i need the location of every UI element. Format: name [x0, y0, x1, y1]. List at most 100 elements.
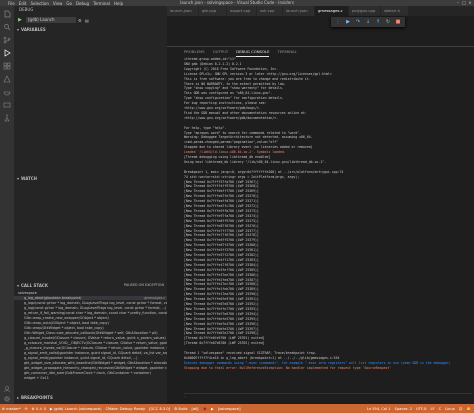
console-line: [New Thread 0x7fffe2fed700 (LWP 25387)]	[184, 277, 259, 282]
call-stack-frame[interactable]: g_log_abort(gboolean breakpoint) gmessage…	[14, 296, 167, 300]
maximize-icon[interactable]: □	[462, 1, 466, 5]
status-item[interactable]: UTF-8	[416, 407, 426, 411]
step-out-icon[interactable]: ↑	[375, 19, 381, 25]
extensions-icon[interactable]	[3, 62, 11, 70]
call-stack-list: solvespace g_log_abort(gboolean breakpoin…	[14, 291, 167, 399]
call-stack-frame[interactable]: g_closure_invoke(GClosure * closure, GVa…	[14, 336, 167, 340]
minimize-icon[interactable]: –	[456, 1, 460, 5]
editor-tab[interactable]: sketch.h	[381, 6, 409, 16]
cmake-icon[interactable]	[3, 75, 11, 83]
status-item[interactable]: LF	[430, 407, 434, 411]
status-item[interactable]: [all]	[191, 407, 198, 411]
remote-icon[interactable]	[3, 101, 11, 109]
restart-icon[interactable]: ↻	[385, 19, 391, 25]
stop-icon[interactable]: ■	[395, 19, 401, 25]
call-stack-section[interactable]: ▾ CALL STACK PAUSED ON EXCEPTION	[14, 282, 167, 289]
files-icon[interactable]	[3, 10, 11, 18]
breakpoints-section[interactable]: ▸ BREAKPOINTS	[14, 394, 167, 401]
editor-tab[interactable]: launch.json	[283, 6, 315, 16]
call-stack-frame[interactable]: Glib::wrap(GtkWidget * object, bool take…	[14, 326, 167, 330]
continue-icon[interactable]: ▶	[345, 19, 351, 25]
console-line: [New Thread 0x7fffe17ea700 (LWP 25390)]	[184, 292, 259, 297]
status-item[interactable]: ⟳	[25, 407, 28, 411]
status-item[interactable]: ⊗ 0 ⚠ 0	[32, 407, 46, 411]
editor-tab[interactable]: gtk.cpp	[199, 6, 227, 16]
start-debug-icon[interactable]: ▶	[18, 17, 24, 23]
status-item[interactable]: ▶ (gdb) Launch (solvespace)	[50, 407, 102, 411]
status-item[interactable]: ☺	[459, 407, 463, 411]
editor-tab[interactable]: ssh.cpp	[257, 6, 283, 16]
console-line: 0x00007ffff7f4ca16 in g_log_abort (break…	[184, 355, 340, 360]
console-line: [New Thread 0x7ffff4ff9700 (LWP 25368)]	[184, 184, 259, 189]
variables-section[interactable]: ▾ VARIABLES	[14, 26, 167, 33]
call-stack-frame[interactable]: Gtk::Widget_Class::size_allocate_callbac…	[14, 331, 167, 335]
source-control-icon[interactable]	[3, 36, 11, 44]
console-line: [New Thread 0x7fffeaffd700 (LWP 25371)]	[184, 199, 259, 204]
call-stack-thread[interactable]: solvespace	[14, 291, 167, 295]
editor-tab[interactable]: polygon.cpp	[349, 6, 381, 16]
debug-config-select[interactable]: (gdb) Launch	[26, 17, 76, 23]
call-stack-frame[interactable]: Glib::wrap_auto(GObject * object, bool t…	[14, 321, 167, 325]
docker-icon[interactable]	[3, 88, 11, 96]
gear-icon[interactable]	[3, 395, 11, 403]
settings-icon[interactable]: ⚙	[78, 18, 83, 23]
frame-label: g_logv(const gchar * log_domain, GLogLev…	[24, 301, 167, 305]
call-stack-frame[interactable]: Glib::wrap_create_new_wrapper(GObject * …	[14, 316, 167, 320]
panel-tab-debug-console[interactable]: DEBUG CONSOLE	[236, 47, 270, 57]
call-stack-frame[interactable]: g_logv(const gchar * log_domain, GLogLev…	[14, 301, 167, 305]
call-stack-frame[interactable]: g_cclosure_marshal_VOID__OBJECTv(GClosur…	[14, 341, 167, 345]
frame-file: gmessages.c	[144, 296, 165, 300]
search-icon[interactable]	[3, 23, 11, 31]
call-stack-frame[interactable]: gtk_widget_size_allocate_with_baseline(G…	[14, 361, 167, 365]
status-item[interactable]: [solvespace]	[218, 407, 241, 411]
status-item[interactable]: ▶	[211, 407, 214, 411]
call-stack-frame[interactable]: g_return_if_fail_warning(const char * lo…	[14, 311, 167, 315]
frame-label: g_return_if_fail_warning(const char * lo…	[24, 311, 167, 315]
debug-console-input[interactable]: ›	[184, 393, 472, 399]
step-into-icon[interactable]: ↓	[365, 19, 371, 25]
console-line: [New Thread 0x7fffebfff700 (LWP 25369)]	[184, 189, 259, 194]
console-line: =thread-group-added,id="i1"	[184, 57, 236, 61]
status-item[interactable]: CMake: Debug: Ready	[105, 407, 145, 411]
account-icon[interactable]	[3, 385, 11, 393]
step-over-icon[interactable]: ↷	[355, 19, 361, 25]
status-bar: ⊗ master* ⟳ ⊗ 0 ⚠ 0 ▶ (gdb) Launch (solvesp…	[0, 404, 474, 413]
drag-handle-icon[interactable]: ⋮	[335, 19, 341, 25]
frame-label: gtk_widget_propagate_hierarchy_changed_r…	[24, 366, 167, 370]
frame-label: Glib::wrap_create_new_wrapper(GObject * …	[24, 316, 109, 320]
sidebar-title: DEBUG	[19, 7, 34, 12]
call-stack-frame[interactable]: gtk_widget_propagate_hierarchy_changed_r…	[14, 366, 167, 370]
frame-label: g_signal_emit_valist(gpointer instance, …	[24, 351, 167, 355]
call-stack-frame[interactable]: g_signal_emit(gpointer instance, guint s…	[14, 356, 167, 360]
status-item[interactable]: Linux	[445, 407, 455, 411]
panel-tab-terminal[interactable]: TERMINAL	[277, 47, 296, 56]
call-stack-frame[interactable]: g_signal_emit_valist(gpointer instance, …	[14, 351, 167, 355]
call-stack-frame[interactable]: gtk_container_idle_sizer(GdkFrameClock *…	[14, 371, 167, 375]
console-line: Breakpoint 1, main (argc=0, argv=0x7ffff…	[184, 169, 344, 174]
console-line: Stopped due to shared library event (no …	[184, 145, 313, 150]
call-stack-frame[interactable]: _g_closure_invoke_va(GClosure * closure,…	[14, 346, 167, 350]
status-item[interactable]: ⚙ Build	[174, 407, 187, 411]
editor-tab[interactable]: launch.json	[167, 6, 199, 16]
editor-tab[interactable]: export.cpp	[227, 6, 257, 16]
status-item[interactable]: 🐞	[202, 407, 206, 411]
editor-tab[interactable]: gmessages.c	[315, 6, 349, 16]
status-item[interactable]: [GCC 8.3.0]	[149, 407, 170, 411]
panel-tab-output[interactable]: OUTPUT	[213, 47, 228, 56]
console-line: Type "apropos word" to search for comman…	[184, 130, 302, 135]
call-stack-frame[interactable]: g_log(const gchar * log_domain, GLogLeve…	[14, 306, 167, 310]
status-item[interactable]: Ln 554, Col 1	[367, 407, 391, 411]
panel-tab-problems[interactable]: PROBLEMS	[184, 47, 205, 56]
status-item[interactable]: Spaces: 2	[395, 407, 412, 411]
status-item[interactable]: C	[439, 407, 442, 411]
console-line: [New Thread 0x7fffe77f6700 (LWP 25378)]	[184, 233, 259, 238]
close-icon[interactable]: ×	[468, 1, 472, 5]
call-stack-frame[interactable]: widget + 0x11	[14, 376, 167, 380]
watch-section[interactable]: ▾ WATCH	[14, 175, 167, 182]
debug-console-icon[interactable]: ▤	[85, 18, 90, 23]
debug-icon[interactable]	[3, 49, 11, 57]
status-item[interactable]: 🔔	[467, 407, 471, 411]
console-line: Find the GDB manual and other documentat…	[184, 110, 307, 115]
test-icon[interactable]	[3, 114, 11, 122]
status-item[interactable]: ⊗ master*	[2, 407, 21, 411]
